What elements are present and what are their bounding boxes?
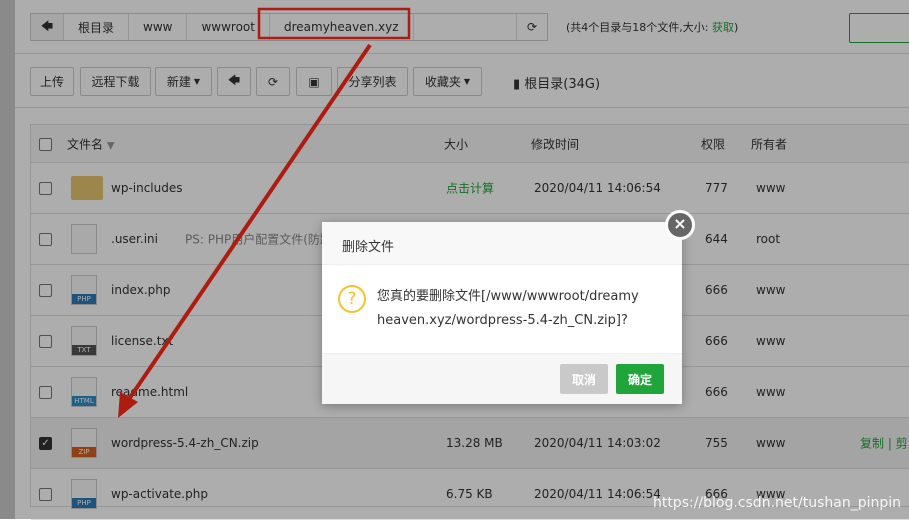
close-icon[interactable]: × xyxy=(665,210,695,240)
dialog-message-2: heaven.xyz/wordpress-5.4-zh_CN.zip]? xyxy=(377,313,628,328)
delete-file-dialog: 删除文件 ? 您真的要删除文件[/www/wwwroot/dreamy heav… xyxy=(322,222,682,404)
watermark: https://blog.csdn.net/tushan_pinpin xyxy=(652,495,901,511)
confirm-button[interactable]: 确定 xyxy=(616,364,664,394)
question-icon: ? xyxy=(338,285,366,313)
dialog-message-1: 您真的要删除文件[/www/wwwroot/dreamy xyxy=(377,289,639,304)
cancel-button[interactable]: 取消 xyxy=(560,364,608,394)
dialog-title: 删除文件 xyxy=(322,222,682,265)
